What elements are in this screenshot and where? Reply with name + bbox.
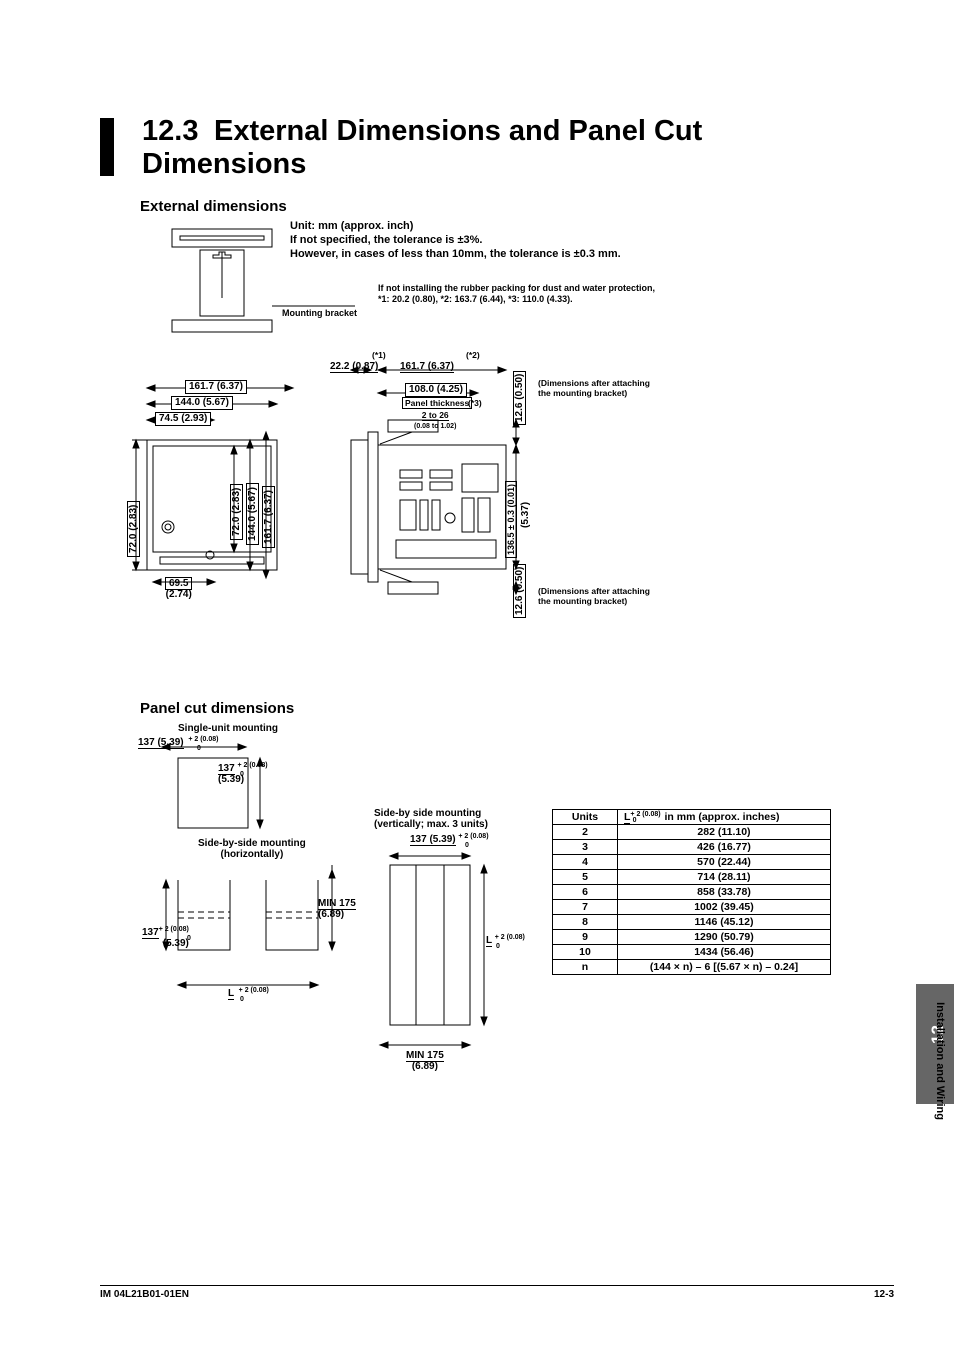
dim-Lv: L + 2 (0.08) 0	[486, 935, 525, 946]
dim-222: 22.2 (0.87)	[330, 361, 378, 372]
star1: (*1)	[372, 350, 386, 360]
v3: 426 (16.77)	[618, 840, 831, 855]
u5: 5	[553, 870, 618, 885]
dim-137v: 137 + 2 (0.08) (5.39) 0	[218, 763, 268, 785]
dim-v-537: (5.37)	[520, 502, 531, 528]
dim-v-720: 72.0 (2.83)	[231, 484, 242, 540]
v4: 570 (22.44)	[618, 855, 831, 870]
single-unit-drawing	[0, 735, 400, 855]
bracket-note-top: (Dimensions after attachingthe mounting …	[538, 378, 650, 398]
v8: 1146 (45.12)	[618, 915, 831, 930]
u10: 10	[553, 945, 618, 960]
page-number: 12-3	[874, 1289, 894, 1300]
u7: 7	[553, 900, 618, 915]
star2: (*2)	[466, 350, 480, 360]
dim-v-720-left: 72.0 (2.83)	[128, 501, 139, 557]
thick-range: 2 to 26 (0.08 to 1.02)	[414, 410, 456, 430]
dim-1617-top: 161.7 (6.37)	[185, 380, 247, 394]
dim-1440-top: 144.0 (5.67)	[171, 396, 233, 410]
v5: 714 (28.11)	[618, 870, 831, 885]
v10: 1434 (56.46)	[618, 945, 831, 960]
dim-v-1365: 136.5 ± 0.3 (0.01)	[506, 481, 517, 558]
v7: 1002 (39.45)	[618, 900, 831, 915]
dim-v-1617: 161.7 (6.37)	[263, 486, 274, 548]
u6: 6	[553, 885, 618, 900]
dim-r1617: 161.7 (6.37)	[400, 361, 454, 372]
dim-695: 69.5 (2.74)	[165, 578, 192, 600]
u2: 2	[553, 825, 618, 840]
dim-137-top-v: 137 (5.39) + 2 (0.08) 0	[410, 834, 489, 845]
v2: 282 (11.10)	[618, 825, 831, 840]
u3: 3	[553, 840, 618, 855]
min-175-v: MIN 175(6.89)	[406, 1050, 444, 1072]
side-chapter-title: Installation and Wiring	[934, 1002, 946, 1120]
dim-v-126: 12.6 (0.50)	[514, 371, 525, 425]
sbs-vertical-heading: Side-by side mounting(vertically; max. 3…	[374, 808, 488, 830]
vn: (144 × n) – 6 [(5.67 × n) – 0.24]	[618, 960, 831, 975]
v6: 858 (33.78)	[618, 885, 831, 900]
dim-137h: 137 (5.39) + 2 (0.08) 0	[138, 737, 219, 748]
dim-v-1440: 144.0 (5.67)	[247, 483, 258, 545]
subhead-panel-cut: Panel cut dimensions	[140, 700, 294, 717]
panel-thickness-label: Panel thickness	[402, 397, 472, 409]
u8: 8	[553, 915, 618, 930]
units-table: Units L+ 2 (0.08)0in mm (approx. inches)…	[552, 809, 831, 975]
single-unit-heading: Single-unit mounting	[178, 723, 278, 734]
dim-v-126b: 12.6 (0.50)	[514, 564, 525, 618]
bracket-note-bot: (Dimensions after attachingthe mounting …	[538, 586, 650, 606]
u4: 4	[553, 855, 618, 870]
sbs-vertical-drawing	[0, 850, 560, 1080]
doc-id: IM 04L21B01-01EN	[100, 1289, 189, 1300]
dim-745-top: 74.5 (2.93)	[155, 412, 211, 426]
un: n	[553, 960, 618, 975]
external-dim-drawing	[0, 0, 954, 620]
page-footer: IM 04L21B01-01EN 12-3	[100, 1285, 894, 1300]
v9: 1290 (50.79)	[618, 930, 831, 945]
dim-1080: 108.0 (4.25)	[405, 383, 467, 397]
th-units: Units	[553, 810, 618, 825]
th-L: L+ 2 (0.08)0in mm (approx. inches)	[618, 810, 831, 825]
u9: 9	[553, 930, 618, 945]
star3: (*3)	[468, 398, 482, 408]
